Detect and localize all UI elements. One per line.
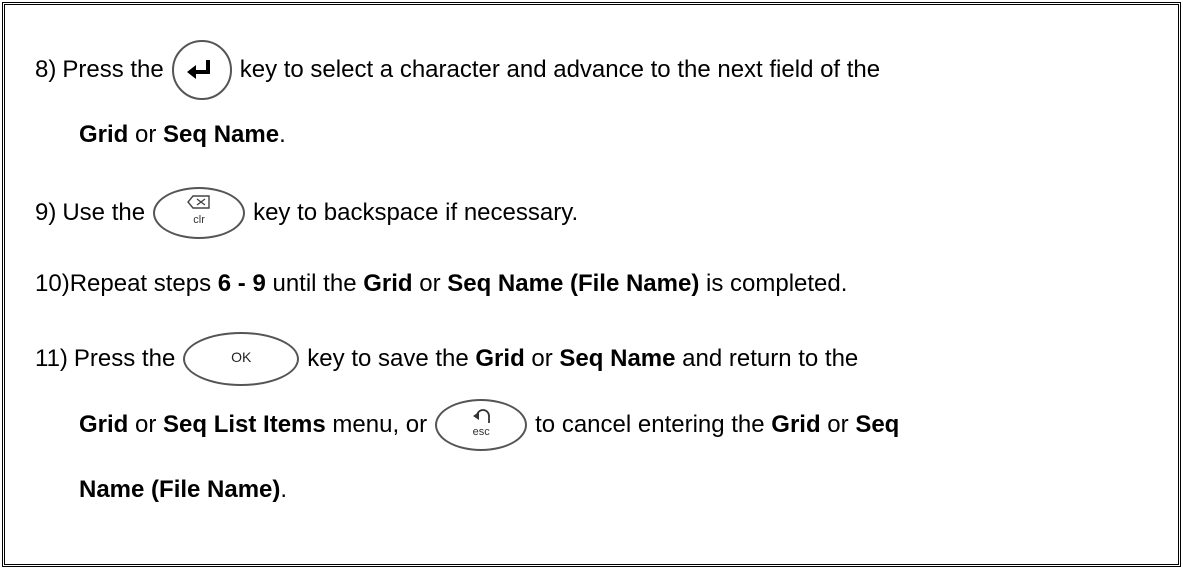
text-run: or (412, 270, 448, 297)
text-run: to cancel entering the (535, 411, 772, 438)
step-9: 9) Use the clr key to backspace if neces… (35, 183, 578, 243)
step-8-line-2: Grid or Seq Name. (79, 120, 286, 150)
text-run: menu, or (325, 411, 428, 438)
instruction-box: 8) Press the key to select a character a… (2, 2, 1181, 567)
step-text: key to save the Grid or Seq Name and ret… (307, 345, 858, 373)
step-number: 11) (35, 345, 68, 372)
step-text: Use the (62, 199, 146, 226)
step-11-line-2: Grid or Seq List Items menu, or esc to c… (79, 395, 899, 455)
bold-term: Grid (363, 270, 413, 297)
step-text: Press the (62, 56, 164, 83)
bold-term: Seq Name (File Name) (447, 270, 700, 297)
bold-term: Grid (771, 411, 821, 438)
text-run: is completed. (699, 270, 848, 297)
step-11-line-3: Name (File Name). (79, 475, 287, 505)
text-run: or (128, 411, 164, 438)
text-run: or (128, 121, 164, 148)
bold-term: Seq Name (559, 345, 676, 372)
step-text: Press the (73, 345, 176, 372)
bold-term: Grid (79, 411, 129, 438)
step-text: to cancel entering the Grid or Seq (535, 411, 899, 439)
key-label: OK (231, 349, 252, 365)
key-label: esc (472, 426, 490, 438)
bold-term: Seq Name (163, 121, 280, 148)
bold-term: Name (File Name) (79, 476, 281, 503)
bold-term: Grid (475, 345, 525, 372)
step-text: key to select a character and advance to… (239, 56, 881, 83)
escape-back-key-icon: esc (435, 399, 528, 451)
text-run: until the (265, 270, 364, 297)
step-text: Grid or Seq List Items menu, or (79, 411, 427, 439)
bold-term: 6 - 9 (217, 270, 266, 297)
bold-term: Grid (79, 121, 129, 148)
step-text: key to backspace if necessary. (253, 199, 579, 226)
step-11-line-1: 11) Press the OK key to save the Grid or… (35, 329, 858, 389)
key-label: clr (193, 214, 205, 226)
text-run: or (820, 411, 856, 438)
step-number: 8) (35, 56, 57, 83)
ok-key-icon: OK (183, 332, 300, 386)
step-8-line-1: 8) Press the key to select a character a… (35, 40, 880, 100)
bold-term: Seq List Items (163, 411, 326, 438)
enter-key-icon (171, 40, 232, 100)
clear-backspace-key-icon: clr (153, 187, 246, 239)
step-10: 10)Repeat steps 6 - 9 until the Grid or … (35, 269, 847, 299)
text-run: 10)Repeat steps (35, 270, 218, 297)
text-run: . (280, 476, 288, 503)
text-run: or (524, 345, 560, 372)
text-run: and return to the (675, 345, 859, 372)
text-run: . (279, 121, 286, 148)
step-number: 9) (35, 199, 57, 226)
bold-term: Seq (855, 411, 900, 438)
text-run: key to save the (307, 345, 476, 372)
